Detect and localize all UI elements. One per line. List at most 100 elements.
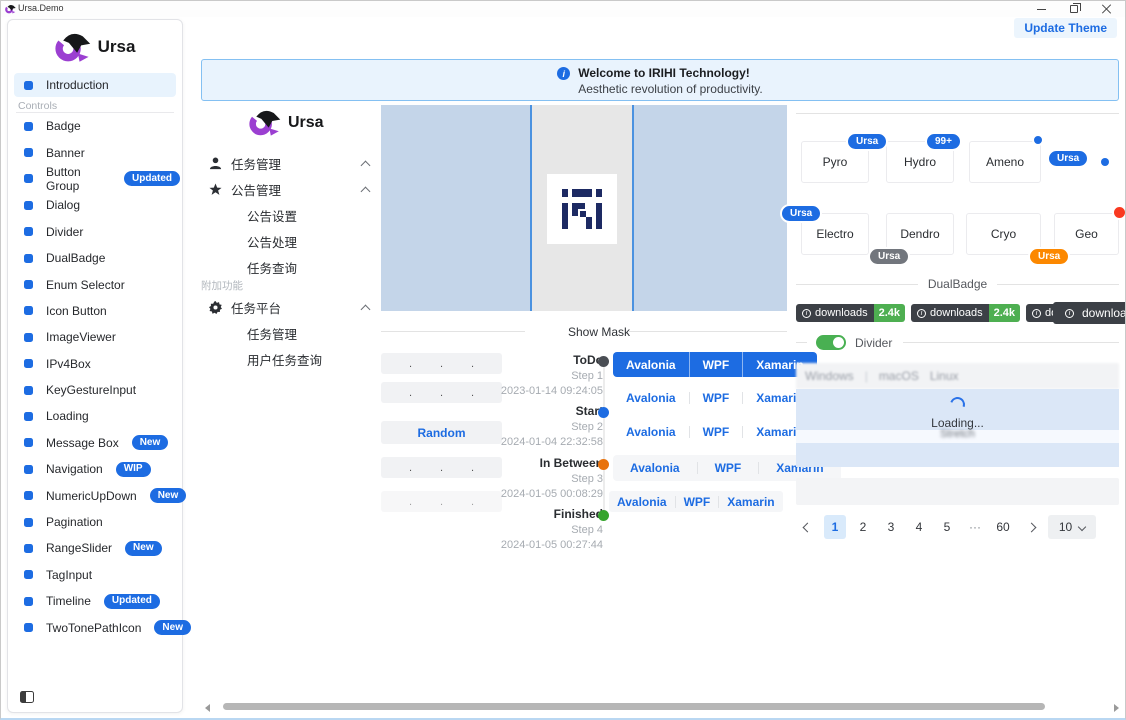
close-icon — [1102, 4, 1112, 14]
sidebar-item-label: Badge — [46, 119, 81, 133]
chevron-up-icon — [361, 161, 371, 171]
card-label: Dendro — [900, 227, 939, 241]
nav-item-task-management[interactable]: 任务管理 — [201, 320, 377, 346]
page-size-select[interactable]: 10 — [1048, 515, 1096, 539]
item-bullet-icon — [24, 122, 33, 131]
next-page-button[interactable] — [1020, 515, 1042, 539]
nav-group-label: 公告管理 — [231, 180, 281, 199]
item-bullet-icon — [24, 386, 33, 395]
wpf-button[interactable]: WPF — [676, 491, 719, 512]
loading-tab-strip: Windows | macOS Linux — [796, 363, 1119, 389]
avalonia-button[interactable]: Avalonia — [613, 455, 697, 481]
maximize-button[interactable] — [1059, 1, 1089, 17]
page-button-5[interactable]: 5 — [936, 515, 958, 539]
nav-item-announcement-settings[interactable]: 公告设置 — [201, 202, 377, 228]
page-button-1[interactable]: 1 — [824, 515, 846, 539]
page-button-4[interactable]: 4 — [908, 515, 930, 539]
sidebar-item-label: NumericUpDown — [46, 489, 137, 503]
badge-card-cryo: Cryo — [966, 213, 1041, 255]
nav-group-task-platform[interactable]: 任务平台 — [201, 294, 377, 320]
mask-edge-line[interactable] — [530, 105, 532, 311]
sidebar-logo-text: Ursa — [98, 37, 136, 57]
nav-group-announcement-management[interactable]: 公告管理 — [201, 176, 377, 202]
sidebar-item-badge[interactable]: Badge — [14, 113, 180, 139]
sidebar-collapse-icon[interactable] — [20, 691, 34, 703]
sidebar-item-rangeslider[interactable]: RangeSliderNew — [14, 535, 180, 561]
avalonia-button[interactable]: Avalonia — [609, 491, 675, 512]
sidebar-item-banner[interactable]: Banner — [14, 139, 180, 165]
avalonia-button[interactable]: Avalonia — [613, 387, 689, 409]
sidebar-item-navigation[interactable]: NavigationWIP — [14, 456, 180, 482]
status-badge: New — [125, 541, 162, 556]
scroll-right-icon[interactable] — [1114, 704, 1119, 712]
nav-section-label: 附加功能 — [201, 278, 243, 293]
wpf-button[interactable]: WPF — [698, 455, 759, 481]
sidebar-item-message-box[interactable]: Message BoxNew — [14, 430, 180, 456]
page-button-60[interactable]: 60 — [992, 515, 1014, 539]
button-group-solid: Avalonia WPF Xamarin — [613, 352, 817, 377]
divider-line — [997, 284, 1119, 285]
mask-edge-line[interactable] — [632, 105, 634, 311]
sidebar-item-enum-selector[interactable]: Enum Selector — [14, 271, 180, 297]
tab-windows[interactable]: Windows — [805, 369, 854, 383]
status-badge: Updated — [124, 171, 180, 186]
page-button-2[interactable]: 2 — [852, 515, 874, 539]
nav-item-task-query[interactable]: 任务查询 — [201, 254, 377, 280]
tab-macos[interactable]: macOS — [879, 369, 919, 383]
sidebar-item-taginput[interactable]: TagInput — [14, 562, 180, 588]
sidebar-item-icon-button[interactable]: Icon Button — [14, 298, 180, 324]
page-ellipsis[interactable]: ··· — [964, 515, 986, 539]
item-bullet-icon — [24, 333, 33, 342]
nav-item-label: 公告设置 — [247, 206, 297, 225]
timeline-item: Finished Step 4 2024-01-05 00:27:44 — [469, 507, 603, 551]
sidebar-item-twotonepathicon[interactable]: TwoTonePathIconNew — [14, 614, 180, 640]
sidebar-item-imageviewer[interactable]: ImageViewer — [14, 324, 180, 350]
nav-item-user-task-query[interactable]: 用户任务查询 — [201, 346, 377, 372]
banner-title: Welcome to IRIHI Technology! — [578, 66, 763, 80]
horizontal-scrollbar[interactable] — [197, 700, 1125, 713]
page-button-3[interactable]: 3 — [880, 515, 902, 539]
item-bullet-icon — [24, 359, 33, 368]
button-group-borderless: Avalonia WPF Xamarin — [613, 421, 817, 443]
sidebar-item-keygestureinput[interactable]: KeyGestureInput — [14, 377, 180, 403]
count-badge: 99+ — [925, 132, 962, 151]
wpf-button[interactable]: WPF — [690, 387, 743, 409]
scroll-left-icon[interactable] — [205, 704, 210, 712]
sidebar-item-button-group[interactable]: Button GroupUpdated — [14, 166, 180, 192]
scrollbar-thumb[interactable] — [223, 703, 1045, 710]
avalonia-button[interactable]: Avalonia — [613, 421, 689, 443]
info-icon: i — [557, 67, 570, 80]
sidebar-section-label: Controls — [18, 100, 57, 112]
dot-badge-red — [1112, 205, 1126, 220]
nav-item-announcement-processing[interactable]: 公告处理 — [201, 228, 377, 254]
image-viewer[interactable] — [381, 105, 787, 311]
window-title: Ursa.Demo — [18, 3, 64, 13]
timeline-time: 2024-01-04 22:32:58 — [469, 436, 603, 448]
close-button[interactable] — [1092, 1, 1122, 17]
sidebar-item-pagination[interactable]: Pagination — [14, 509, 180, 535]
nav-item-label: 任务管理 — [247, 324, 297, 343]
xamarin-button[interactable]: Xamarin — [719, 491, 782, 512]
wpf-button[interactable]: WPF — [690, 421, 743, 443]
sidebar-item-timeline[interactable]: TimelineUpdated — [14, 588, 180, 614]
button-group-compact: Avalonia WPF Xamarin — [609, 491, 783, 512]
sidebar-item-dialog[interactable]: Dialog — [14, 192, 180, 218]
minimize-button[interactable] — [1026, 1, 1056, 17]
card-label: Geo — [1075, 227, 1098, 241]
sidebar-item-loading[interactable]: Loading — [14, 403, 180, 429]
wpf-button[interactable]: WPF — [690, 352, 743, 377]
sidebar-item-divider[interactable]: Divider — [14, 219, 180, 245]
item-bullet-icon — [24, 597, 33, 606]
sidebar-item-introduction[interactable]: Introduction — [14, 73, 176, 97]
sidebar-item-ipv4box[interactable]: IPv4Box — [14, 351, 180, 377]
prev-page-button[interactable] — [796, 515, 818, 539]
tab-linux[interactable]: Linux — [930, 369, 959, 383]
update-theme-button[interactable]: Update Theme — [1014, 18, 1117, 38]
nav-group-task-management[interactable]: 任务管理 — [201, 150, 377, 176]
item-bullet-icon — [24, 623, 33, 632]
sidebar-item-numericupdown[interactable]: NumericUpDownNew — [14, 482, 180, 508]
sidebar-item-dualbadge[interactable]: DualBadge — [14, 245, 180, 271]
divider-toggle[interactable] — [816, 335, 846, 350]
avalonia-button[interactable]: Avalonia — [613, 352, 689, 377]
item-bullet-icon — [24, 438, 33, 447]
